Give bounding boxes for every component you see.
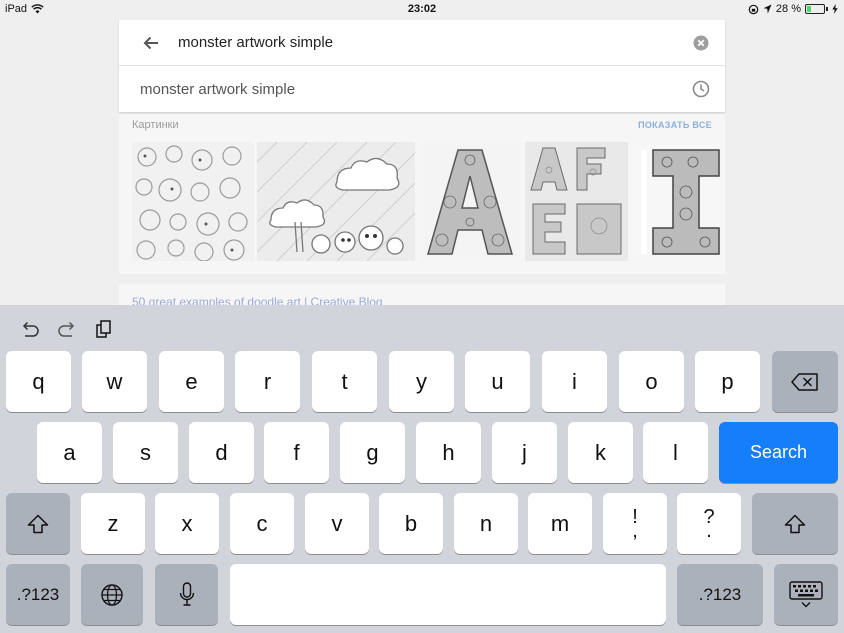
key-w[interactable]: w — [82, 351, 147, 412]
key-c[interactable]: c — [230, 493, 294, 554]
key-exclamation-comma[interactable]: ! , — [603, 493, 667, 554]
charging-icon — [832, 4, 838, 14]
battery-tip — [826, 7, 828, 11]
suggestion-item[interactable]: monster artwork simple — [119, 66, 725, 112]
numbers-key-right[interactable]: .?123 — [677, 564, 763, 625]
images-section: Картинки ПОКАЗАТЬ ВСЕ — [119, 114, 725, 274]
key-n[interactable]: n — [454, 493, 518, 554]
redo-icon[interactable] — [56, 320, 78, 338]
key-u[interactable]: u — [465, 351, 530, 412]
backspace-icon — [791, 372, 818, 391]
image-thumbnail-2[interactable] — [257, 142, 415, 261]
hide-keyboard-icon — [789, 580, 823, 607]
keyboard: q w e r t y u i o p a s d f g h j k l Se… — [0, 305, 844, 633]
key-period-glyph: . — [706, 519, 712, 542]
key-i[interactable]: i — [542, 351, 607, 412]
search-input[interactable]: monster artwork simple — [178, 34, 333, 51]
key-g[interactable]: g — [340, 422, 405, 483]
rotation-lock-icon — [748, 4, 759, 14]
battery-icon — [805, 4, 825, 14]
key-r[interactable]: r — [235, 351, 300, 412]
backspace-key[interactable] — [772, 351, 838, 412]
key-t[interactable]: t — [312, 351, 377, 412]
image-thumbnails — [132, 142, 725, 261]
key-question-period-glyphs: ? . — [703, 507, 714, 542]
image-thumbnail-4[interactable] — [525, 142, 628, 261]
undo-icon[interactable] — [19, 320, 41, 338]
key-p[interactable]: p — [695, 351, 760, 412]
battery-percent: 28 % — [775, 3, 801, 15]
key-q[interactable]: q — [6, 351, 71, 412]
key-j[interactable]: j — [492, 422, 557, 483]
key-z[interactable]: z — [81, 493, 145, 554]
space-key[interactable] — [230, 564, 666, 625]
key-v[interactable]: v — [305, 493, 369, 554]
shift-key-right[interactable] — [752, 493, 838, 554]
status-bar: iPad 23:02 28 % — [0, 0, 844, 18]
image-thumbnail-5[interactable] — [633, 142, 725, 261]
image-thumbnail-3[interactable] — [420, 142, 520, 261]
key-exclamation-comma-glyphs: ! , — [632, 507, 638, 542]
shift-key-left[interactable] — [6, 493, 70, 554]
keyboard-shortcuts-bar — [0, 305, 844, 351]
key-f[interactable]: f — [264, 422, 329, 483]
history-clock-icon — [692, 80, 710, 98]
key-k[interactable]: k — [568, 422, 633, 483]
key-comma-glyph: , — [632, 519, 638, 542]
search-card: monster artwork simple monster artwork s… — [119, 20, 725, 112]
key-a[interactable]: a — [37, 422, 102, 483]
dictation-key[interactable] — [155, 564, 218, 625]
key-s[interactable]: s — [113, 422, 178, 483]
key-b[interactable]: b — [379, 493, 443, 554]
image-thumbnail-1[interactable] — [132, 142, 254, 261]
key-o[interactable]: o — [619, 351, 684, 412]
show-all-link[interactable]: ПОКАЗАТЬ ВСЕ — [638, 120, 712, 130]
paste-icon[interactable] — [94, 320, 116, 338]
microphone-icon — [179, 581, 194, 606]
numbers-key-left[interactable]: .?123 — [6, 564, 70, 625]
key-e[interactable]: e — [159, 351, 224, 412]
globe-key[interactable] — [81, 564, 143, 625]
suggestion-text: monster artwork simple — [140, 81, 296, 98]
images-section-label: Картинки — [132, 119, 179, 131]
hide-keyboard-key[interactable] — [774, 564, 838, 625]
key-m[interactable]: m — [528, 493, 592, 554]
back-arrow-icon[interactable] — [141, 33, 161, 53]
key-question-period[interactable]: ? . — [677, 493, 741, 554]
search-bar[interactable]: monster artwork simple — [119, 20, 725, 66]
key-h[interactable]: h — [416, 422, 481, 483]
shift-icon — [27, 514, 49, 533]
globe-icon — [101, 583, 123, 606]
location-icon — [763, 4, 772, 14]
key-x[interactable]: x — [155, 493, 219, 554]
clear-icon[interactable] — [693, 35, 709, 51]
key-d[interactable]: d — [189, 422, 254, 483]
clock: 23:02 — [407, 3, 437, 15]
key-l[interactable]: l — [643, 422, 708, 483]
key-y[interactable]: y — [389, 351, 454, 412]
search-key[interactable]: Search — [719, 422, 838, 483]
shift-icon — [784, 514, 806, 533]
status-right: 28 % — [748, 3, 838, 15]
